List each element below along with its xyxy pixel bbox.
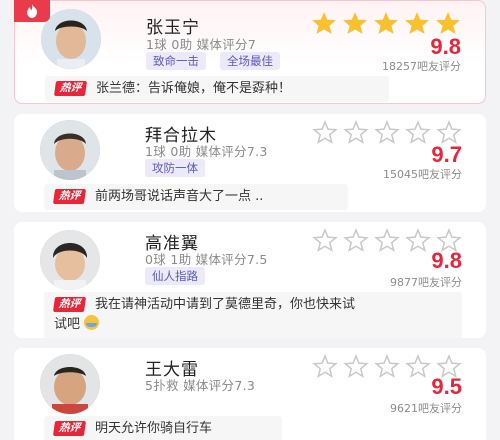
star-empty-icon[interactable] xyxy=(343,120,369,144)
hot-comment-label: 热评 xyxy=(52,189,87,204)
hot-comment-label: 热评 xyxy=(52,297,87,312)
hot-comment[interactable]: 热评 我在请神活动中请到了莫德里奇，你也快来试 试吧 xyxy=(44,292,462,338)
rating-stars[interactable] xyxy=(312,120,462,144)
player-stats: 5扑救 媒体评分7.3 xyxy=(145,378,256,393)
star-empty-icon[interactable] xyxy=(312,228,338,252)
hot-comment[interactable]: 热评 张兰德：告诉俺娘，俺不是孬种！ xyxy=(45,76,389,102)
hot-comment[interactable]: 热评 明天允许你骑自行车 xyxy=(44,416,282,440)
star-filled-icon[interactable] xyxy=(311,11,337,35)
player-tag: 全场最佳 xyxy=(220,52,280,70)
star-empty-icon[interactable] xyxy=(343,228,369,252)
comment-text: 试吧 xyxy=(54,317,81,332)
laughing-emoji-icon xyxy=(84,315,100,330)
rating-stars[interactable] xyxy=(311,11,461,35)
hot-comment[interactable]: 热评 前两场哥说话声音大了一点 .. xyxy=(44,184,348,210)
player-avatar xyxy=(40,120,100,180)
star-filled-icon[interactable] xyxy=(404,11,430,35)
rating-count: 18257吧友评分 xyxy=(382,60,461,73)
star-empty-icon[interactable] xyxy=(312,120,338,144)
rating-count: 15045吧友评分 xyxy=(383,168,462,181)
star-empty-icon[interactable] xyxy=(374,120,400,144)
star-empty-icon[interactable] xyxy=(405,354,431,378)
star-empty-icon[interactable] xyxy=(374,228,400,252)
star-empty-icon[interactable] xyxy=(374,354,400,378)
star-empty-icon[interactable] xyxy=(436,120,462,144)
player-card[interactable]: 张玉宁 1球 0助 媒体评分7 致命一击 全场最佳 9.8 18257吧友评分 … xyxy=(14,0,486,104)
player-avatar xyxy=(40,354,100,414)
star-empty-icon[interactable] xyxy=(312,354,338,378)
comment-text: 前两场哥说话声音大了一点 .. xyxy=(95,189,264,204)
comment-text: 我在请神活动中请到了莫德里奇，你也快来试 xyxy=(95,297,356,312)
player-card[interactable]: 拜合拉木 1球 0助 媒体评分7.3 攻防一体 9.7 15045吧友评分 热评… xyxy=(14,114,486,212)
star-filled-icon[interactable] xyxy=(342,11,368,35)
player-avatar xyxy=(41,9,101,69)
rating-count: 9877吧友评分 xyxy=(390,276,462,289)
player-avatar xyxy=(40,230,100,290)
player-tag: 攻防一体 xyxy=(145,159,205,177)
flame-icon xyxy=(27,4,37,18)
player-stats: 1球 0助 媒体评分7.3 xyxy=(145,144,268,159)
player-card[interactable]: 高准翼 0球 1助 媒体评分7.5 仙人指路 9.8 9877吧友评分 热评 我在… xyxy=(14,222,486,338)
star-filled-icon[interactable] xyxy=(373,11,399,35)
hot-comment-label: 热评 xyxy=(52,421,87,436)
star-empty-icon[interactable] xyxy=(343,354,369,378)
star-empty-icon[interactable] xyxy=(405,120,431,144)
player-tag: 仙人指路 xyxy=(145,267,205,285)
player-tag: 致命一击 xyxy=(146,52,206,70)
player-stats: 1球 0助 媒体评分7 xyxy=(146,37,257,52)
star-empty-icon[interactable] xyxy=(405,228,431,252)
comment-text: 张兰德：告诉俺娘，俺不是孬种！ xyxy=(96,81,292,96)
comment-text: 明天允许你骑自行车 xyxy=(95,421,213,436)
player-score: 9.8 xyxy=(430,34,461,59)
player-score: 9.7 xyxy=(431,142,462,167)
top-rated-badge xyxy=(14,0,50,22)
star-filled-icon[interactable] xyxy=(435,11,461,35)
rating-count: 9621吧友评分 xyxy=(390,402,462,415)
player-card[interactable]: 王大雷 5扑救 媒体评分7.3 9.5 9621吧友评分 热评 明天允许你骑自行车 xyxy=(14,348,486,440)
player-stats: 0球 1助 媒体评分7.5 xyxy=(145,252,268,267)
hot-comment-label: 热评 xyxy=(53,81,88,96)
player-score: 9.8 xyxy=(431,248,462,273)
player-score: 9.5 xyxy=(431,374,462,399)
